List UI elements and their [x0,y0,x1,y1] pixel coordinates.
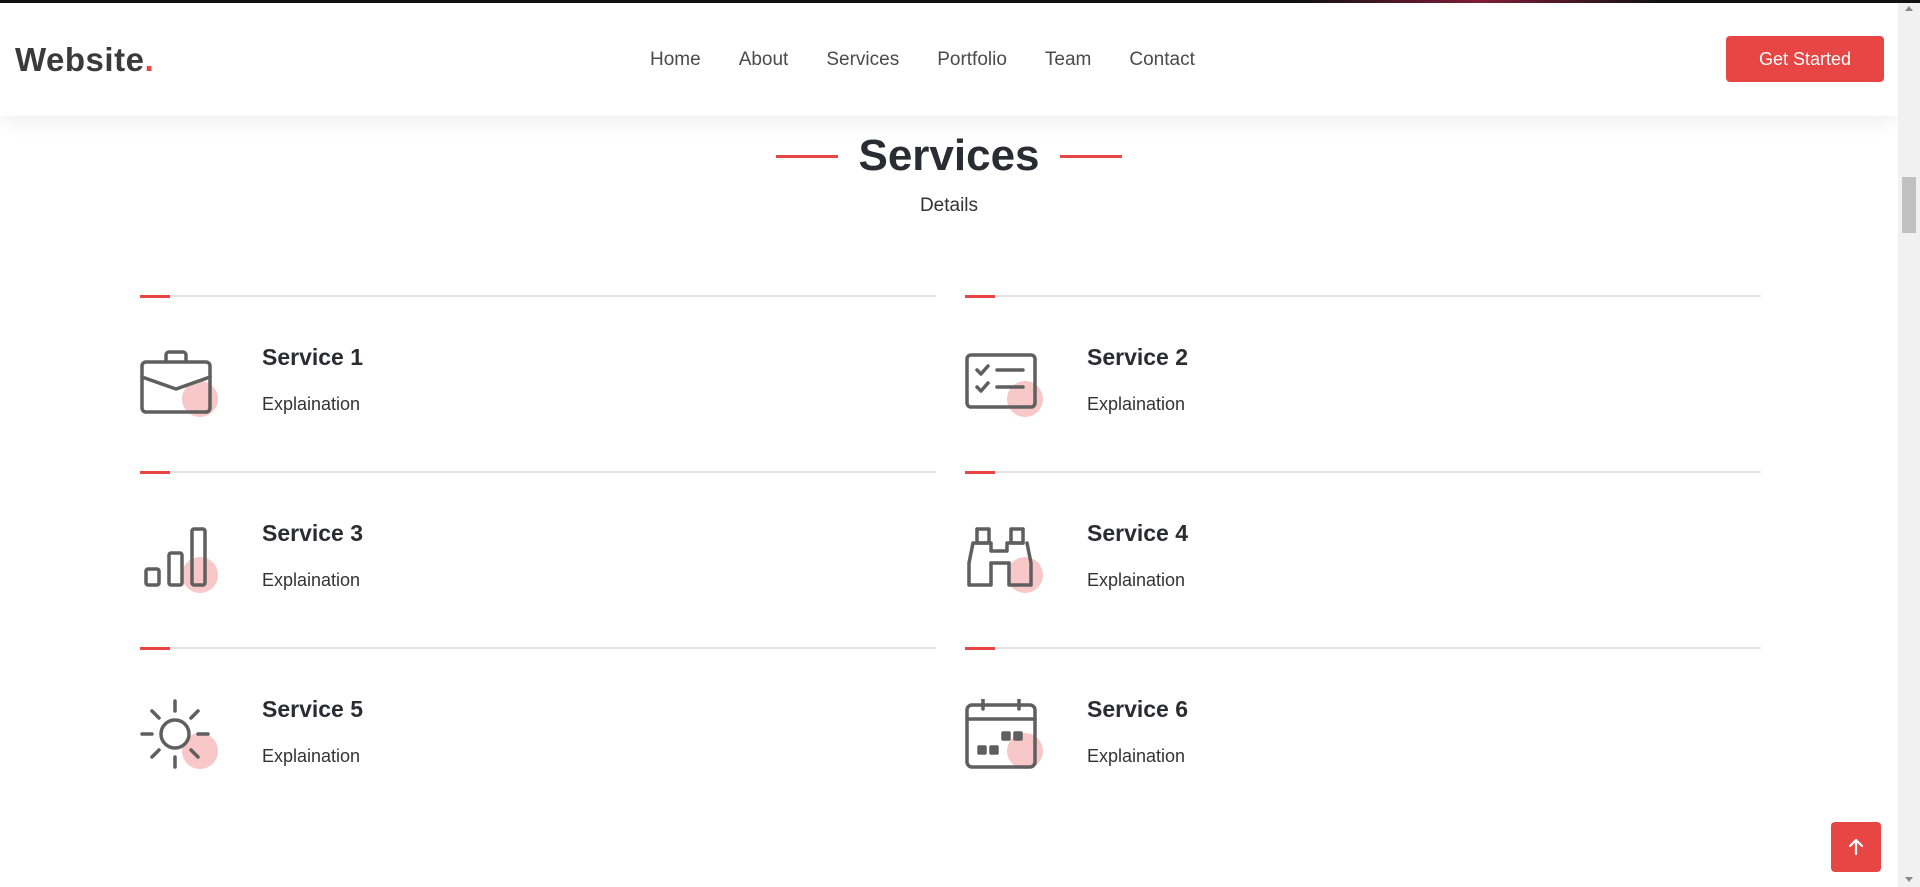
bar-chart-icon [140,523,220,603]
service-title: Service 4 [1087,520,1189,546]
get-started-button[interactable]: Get Started [1726,36,1884,82]
service-card-4: Service 4 Explaination [965,471,1761,647]
service-text: Explaination [262,394,361,414]
page-scrollbar[interactable] [1898,3,1920,887]
service-title: Service 2 [1087,344,1189,370]
service-card-5: Service 5 Explaination [140,647,936,823]
scrollbar-thumb[interactable] [1902,177,1916,233]
arrow-up-icon [1848,838,1864,856]
sun-icon [140,699,220,779]
back-to-top-button[interactable] [1831,822,1881,872]
checklist-icon [965,347,1045,427]
service-title: Service 3 [262,520,364,546]
logo-text: Website [15,41,145,78]
scroll-down-icon[interactable] [1905,877,1913,882]
service-card-6: Service 6 Explaination [965,647,1761,823]
card-divider [965,647,1761,650]
nav-team[interactable]: Team [1045,49,1091,71]
main-nav: Home About Services Portfolio Team Conta… [650,49,1233,71]
service-title: Service 5 [262,696,364,722]
service-card-3: Service 3 Explaination [140,471,936,647]
card-divider [140,471,936,474]
section-title: Services [776,131,1121,181]
briefcase-icon [140,347,220,427]
service-text: Explaination [1087,746,1186,766]
service-title: Service 1 [262,344,364,370]
site-logo[interactable]: Website. [15,41,154,79]
logo-dot: . [144,41,155,78]
nav-contact[interactable]: Contact [1129,49,1194,71]
section-subtitle: Details [919,195,979,216]
scroll-up-icon[interactable] [1905,6,1913,11]
nav-services[interactable]: Services [826,49,899,71]
card-divider [965,471,1761,474]
card-divider [140,647,936,650]
service-title: Service 6 [1087,696,1189,722]
service-text: Explaination [1087,570,1186,590]
page-viewport: Website. Home About Services Portfolio T… [0,3,1898,887]
nav-portfolio[interactable]: Portfolio [937,49,1007,71]
service-text: Explaination [1087,394,1186,414]
binoculars-icon [965,523,1045,603]
site-header: Website. Home About Services Portfolio T… [0,3,1898,116]
service-text: Explaination [262,570,361,590]
service-card-2: Service 2 Explaination [965,295,1761,471]
nav-home[interactable]: Home [650,49,701,71]
card-divider [965,295,1761,298]
service-card-1: Service 1 Explaination [140,295,936,471]
service-text: Explaination [262,746,361,766]
calendar-icon [965,699,1045,779]
section-heading: Services [0,131,1898,181]
card-divider [140,295,936,298]
nav-about[interactable]: About [739,49,789,71]
